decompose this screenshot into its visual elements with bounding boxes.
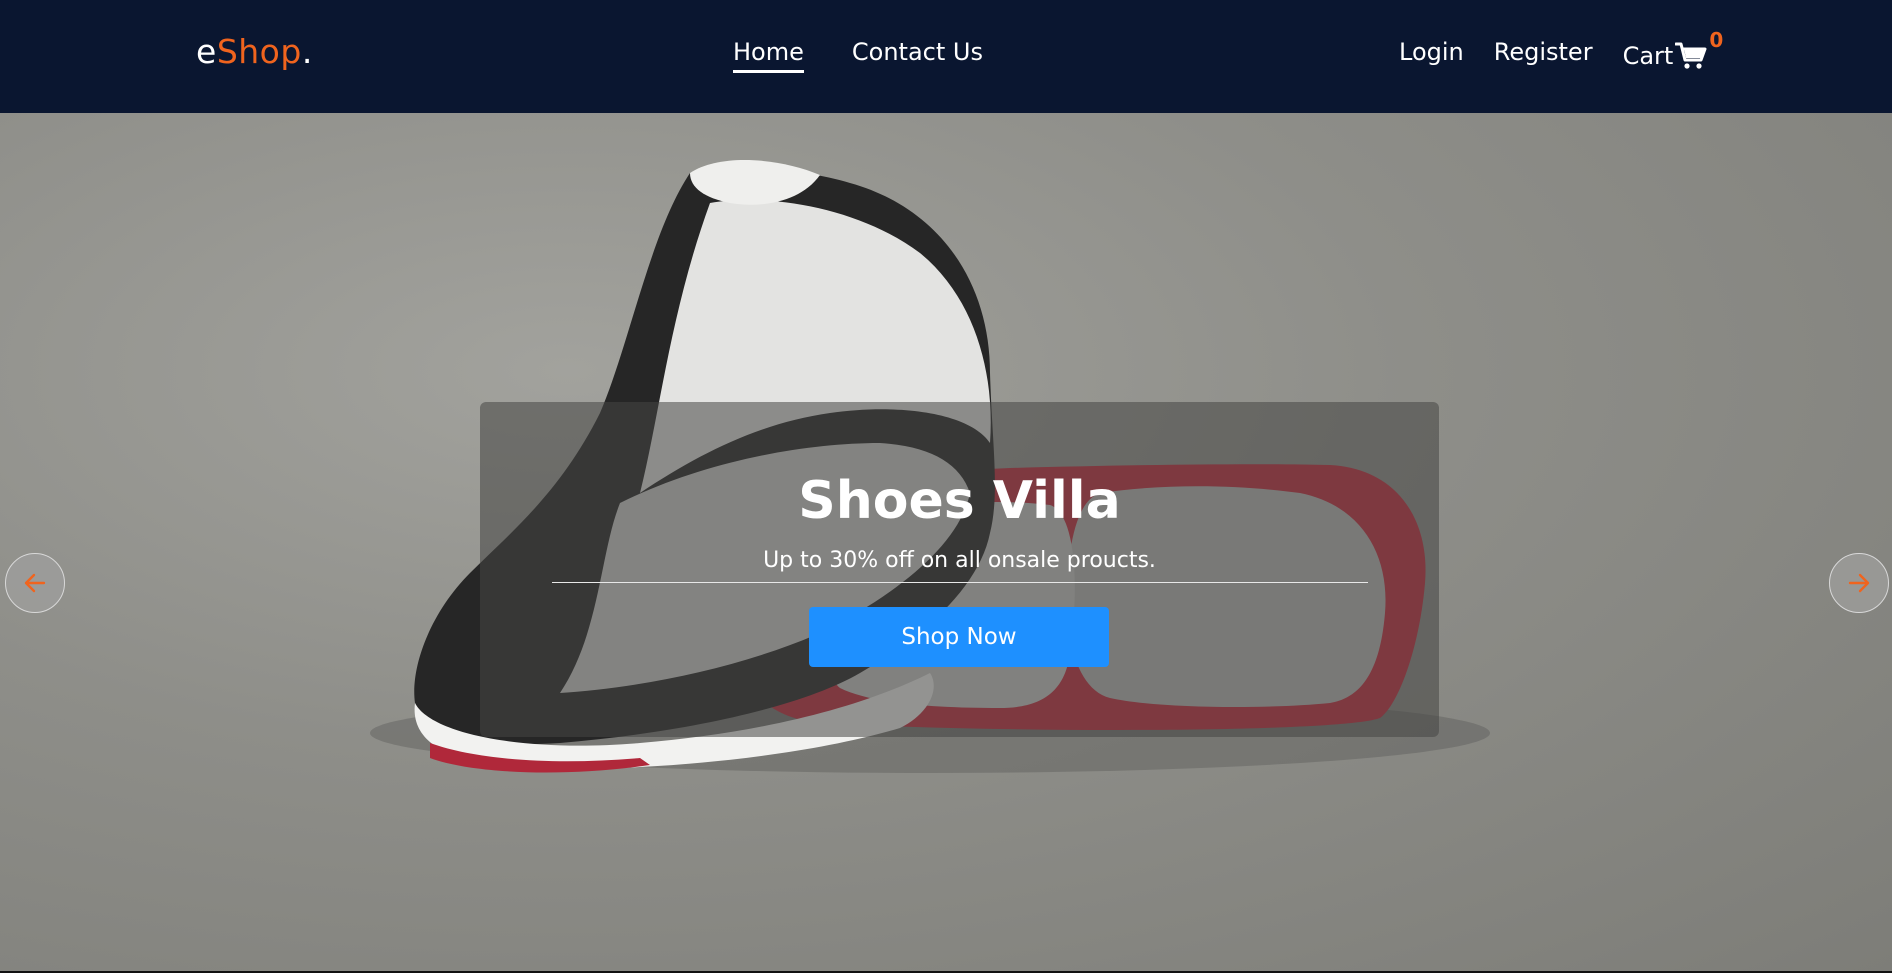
carousel-prev-button[interactable] bbox=[5, 553, 65, 613]
logo-name: Shop bbox=[216, 32, 302, 71]
hero-subtitle: Up to 30% off on all onsale proucts. bbox=[763, 548, 1156, 573]
cart-count-badge: 0 bbox=[1709, 27, 1724, 52]
logo-prefix: e bbox=[196, 32, 217, 71]
hero-caption-panel: Shoes Villa Up to 30% off on all onsale … bbox=[480, 402, 1439, 737]
logo-suffix: . bbox=[301, 32, 313, 71]
register-link[interactable]: Register bbox=[1494, 38, 1593, 73]
carousel-next-button[interactable] bbox=[1829, 553, 1889, 613]
nav-home-link[interactable]: Home bbox=[733, 38, 804, 73]
arrow-right-icon bbox=[1848, 573, 1870, 593]
cart-button[interactable]: Cart 0 bbox=[1622, 28, 1724, 70]
main-nav: Home Contact Us bbox=[733, 38, 983, 73]
account-nav: Login Register Cart 0 bbox=[1399, 28, 1724, 73]
brand-logo[interactable]: eShop. bbox=[196, 32, 313, 71]
login-link[interactable]: Login bbox=[1399, 38, 1464, 73]
hero-title: Shoes Villa bbox=[798, 471, 1121, 531]
site-header: eShop. Home Contact Us Login Register Ca… bbox=[0, 0, 1892, 113]
hero-carousel: Shoes Villa Up to 30% off on all onsale … bbox=[0, 113, 1892, 971]
cart-label: Cart bbox=[1622, 41, 1674, 70]
hero-divider bbox=[552, 582, 1368, 583]
arrow-left-icon bbox=[24, 573, 46, 593]
shop-now-button[interactable]: Shop Now bbox=[809, 607, 1109, 667]
nav-contact-link[interactable]: Contact Us bbox=[852, 38, 983, 73]
shopping-cart-icon bbox=[1675, 42, 1707, 69]
